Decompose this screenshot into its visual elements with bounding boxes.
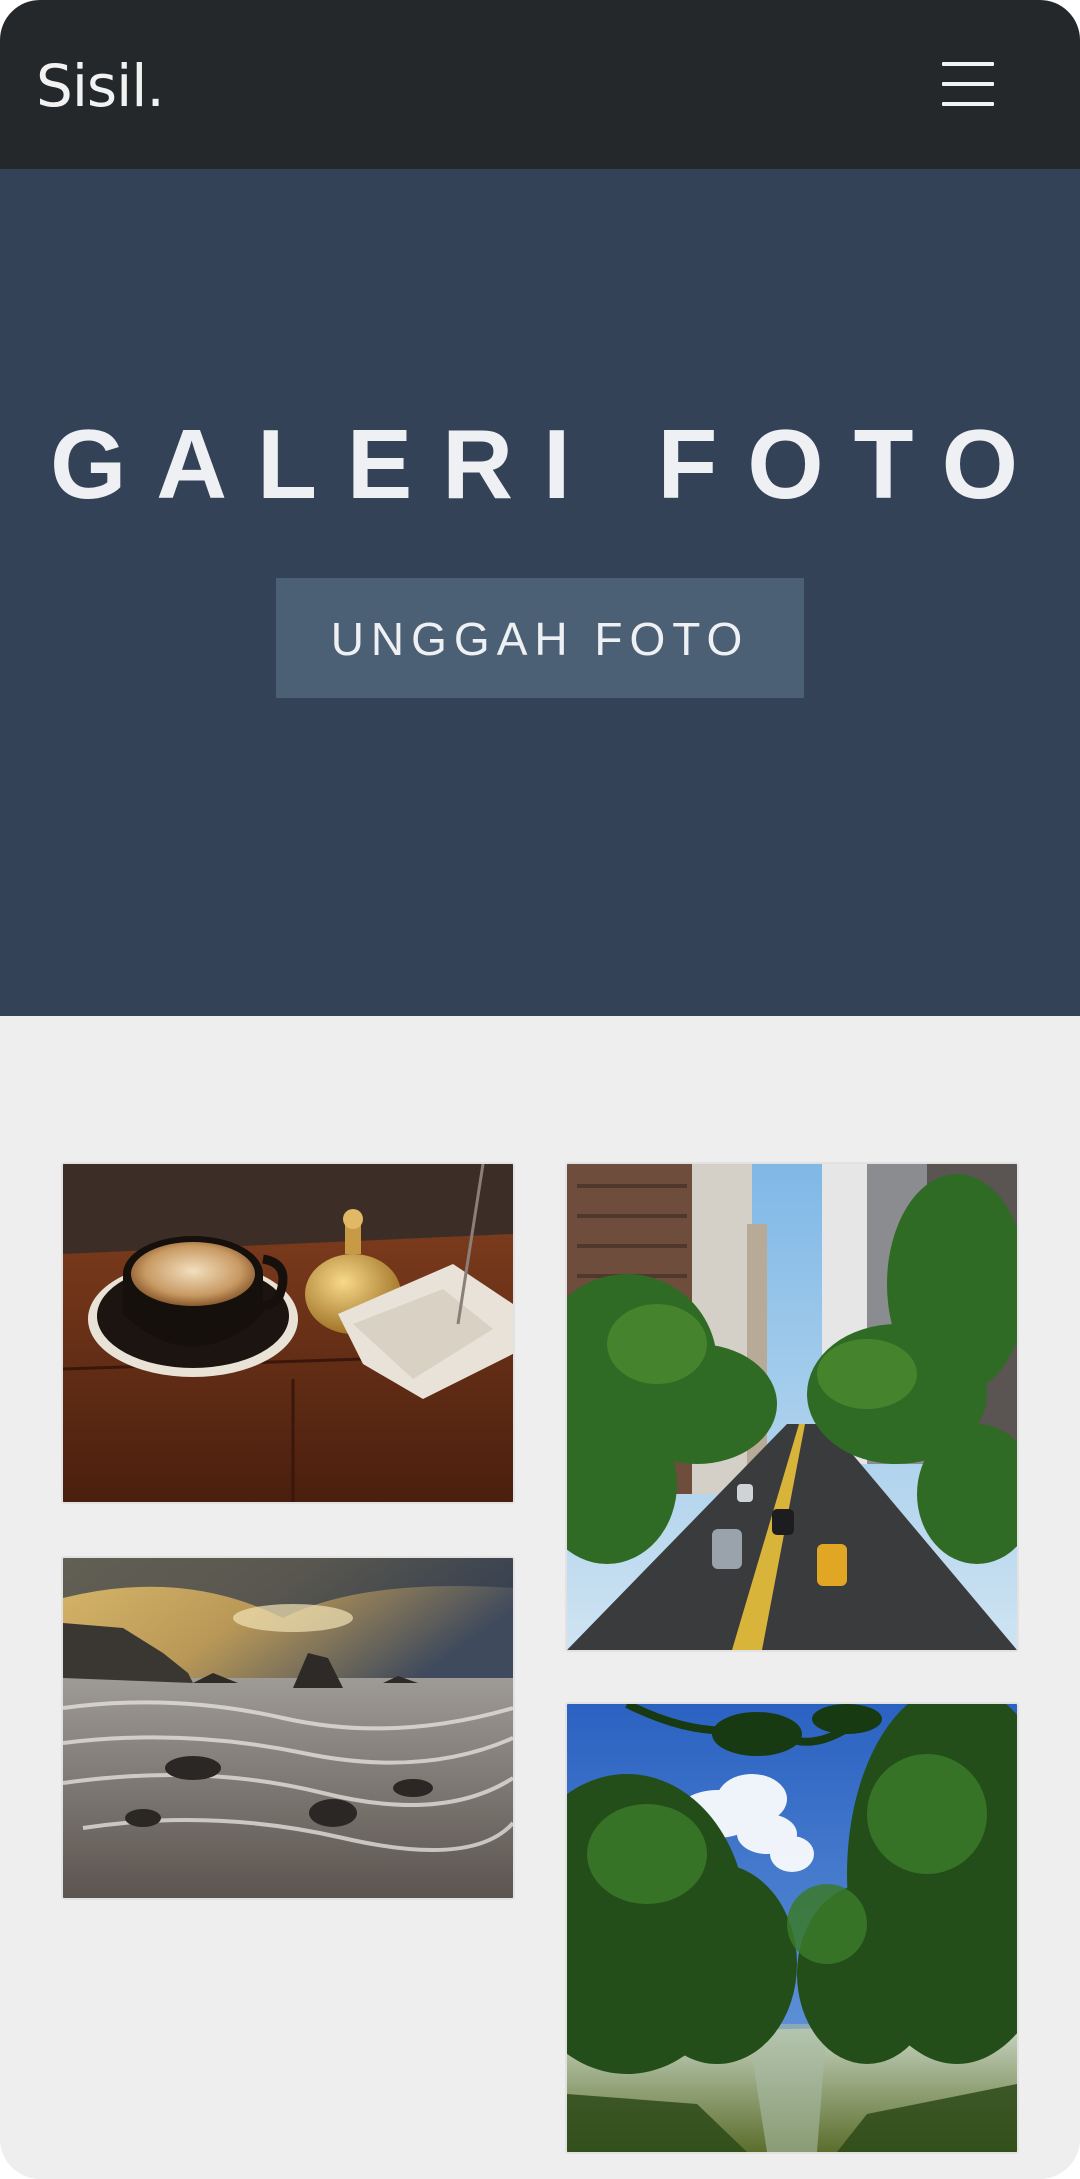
gallery-photo-river[interactable] [565, 1702, 1019, 2154]
river-photo-image [567, 1704, 1017, 2152]
seashore-photo-image [63, 1558, 513, 1898]
hero-section: GALERI FOTO UNGGAH FOTO [0, 169, 1080, 1016]
gallery-photo-coffee[interactable] [61, 1162, 515, 1504]
app-frame: Sisil. GALERI FOTO UNGGAH FOTO [0, 0, 1080, 2179]
city-street-photo-image [567, 1164, 1017, 1650]
navbar: Sisil. [0, 0, 1080, 169]
coffee-photo-image [63, 1164, 513, 1502]
gallery-photo-city-street[interactable] [565, 1162, 1019, 1652]
hamburger-menu-icon[interactable] [930, 52, 1006, 116]
page-title: GALERI FOTO [50, 409, 1048, 519]
upload-photo-button[interactable]: UNGGAH FOTO [276, 578, 804, 698]
brand-logo[interactable]: Sisil. [36, 52, 165, 120]
gallery-photo-seashore[interactable] [61, 1556, 515, 1900]
